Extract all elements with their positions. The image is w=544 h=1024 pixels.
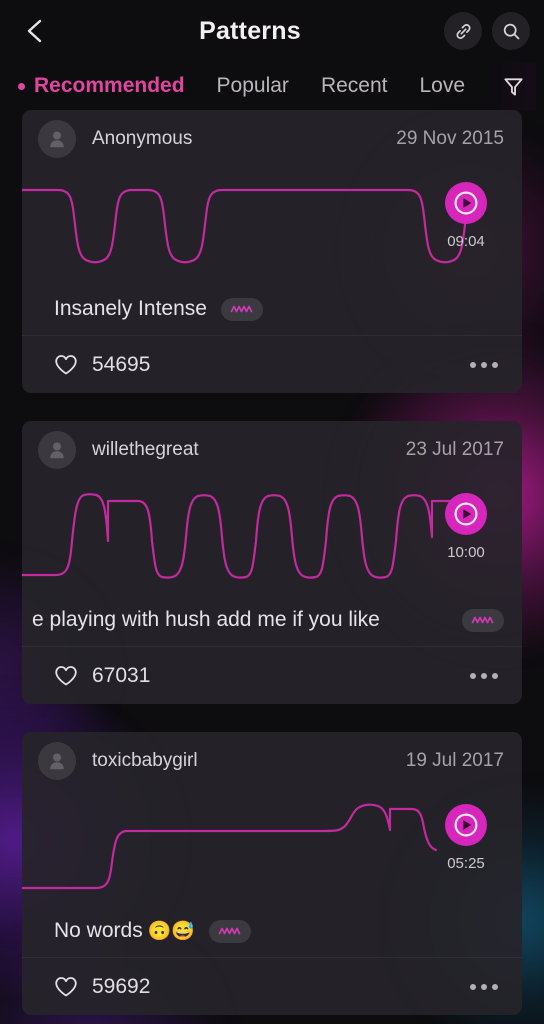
pattern-title: Insanely Intense <box>54 297 207 320</box>
more-options-button[interactable] <box>468 976 500 998</box>
page-title: Patterns <box>199 16 301 45</box>
more-horizontal-icon <box>470 983 476 990</box>
play-icon <box>454 502 478 526</box>
play-button[interactable] <box>445 182 487 224</box>
pattern-type-badge <box>209 919 252 943</box>
card-meta-row: 54695 <box>22 335 522 393</box>
more-options-button[interactable] <box>468 354 500 376</box>
waveform-svg <box>22 479 468 594</box>
share-link-button[interactable] <box>444 12 482 50</box>
player-controls: 10:00 <box>428 493 504 561</box>
tab-recent[interactable]: Recent <box>321 74 388 98</box>
tab-love[interactable]: Love <box>419 74 465 98</box>
avatar[interactable] <box>38 120 76 158</box>
avatar[interactable] <box>38 431 76 469</box>
wave-zigzag-icon <box>471 616 494 623</box>
player-controls: 09:04 <box>428 182 504 250</box>
pattern-title: No words <box>54 919 143 942</box>
pattern-card-2[interactable]: willethegreat 23 Jul 2017 10:00 e playin… <box>22 421 522 704</box>
card-username[interactable]: toxicbabygirl <box>92 750 406 772</box>
card-meta-row: 59692 <box>22 957 522 1015</box>
waveform-row: 05:25 <box>22 790 522 905</box>
wave-zigzag-icon <box>230 305 253 312</box>
like-button[interactable] <box>54 354 78 376</box>
top-bar-actions <box>444 12 530 50</box>
play-button[interactable] <box>445 493 487 535</box>
more-horizontal-icon <box>470 672 476 679</box>
pattern-type-badge <box>462 608 504 632</box>
like-button[interactable] <box>54 665 78 687</box>
waveform[interactable] <box>22 790 468 905</box>
waveform-row: 09:04 <box>22 168 522 283</box>
track-duration: 10:00 <box>447 544 485 561</box>
card-header: toxicbabygirl 19 Jul 2017 <box>22 732 522 790</box>
card-title-row: Insanely Intense <box>22 283 522 335</box>
tab-recommended[interactable]: Recommended <box>18 74 185 98</box>
category-tabs: Recommended Popular Recent Love <box>0 62 544 110</box>
tab-popular-label: Popular <box>216 74 289 97</box>
card-date: 19 Jul 2017 <box>405 750 504 771</box>
pattern-card-3[interactable]: toxicbabygirl 19 Jul 2017 05:25 No words… <box>22 732 522 1015</box>
more-options-button[interactable] <box>468 665 500 687</box>
filter-button[interactable] <box>490 62 536 110</box>
tab-love-label: Love <box>419 74 466 97</box>
link-icon <box>456 23 470 39</box>
like-count: 59692 <box>92 974 151 998</box>
more-horizontal-icon <box>481 983 487 990</box>
avatar[interactable] <box>38 742 76 780</box>
tab-recommended-label: Recommended <box>34 74 185 97</box>
like-count: 67031 <box>92 663 151 687</box>
filter-funnel-icon <box>503 77 523 96</box>
person-placeholder-icon <box>50 442 64 459</box>
more-horizontal-icon <box>492 672 498 679</box>
more-horizontal-icon <box>481 672 487 679</box>
pattern-title: e playing with hush add me if you like <box>32 608 380 631</box>
tab-recent-label: Recent <box>320 74 388 97</box>
search-button[interactable] <box>492 12 530 50</box>
card-username[interactable]: willethegreat <box>92 439 406 461</box>
back-button[interactable] <box>14 10 56 52</box>
card-title-row: e playing with hush add me if you like <box>22 594 522 646</box>
app-root: Patterns Recommended Popular Recent Love… <box>0 0 544 1024</box>
more-horizontal-icon <box>492 361 498 368</box>
track-duration: 09:04 <box>447 233 485 250</box>
player-controls: 05:25 <box>428 804 504 872</box>
card-header: willethegreat 23 Jul 2017 <box>22 421 522 479</box>
heart-outline-icon <box>55 976 77 996</box>
chevron-left-icon <box>27 19 42 43</box>
waveform[interactable] <box>22 168 468 283</box>
like-count: 54695 <box>92 352 151 376</box>
waveform-svg <box>22 168 468 283</box>
tab-popular[interactable]: Popular <box>217 74 289 98</box>
card-title-row: No words 🙃😅 <box>22 905 522 957</box>
waveform-svg <box>22 790 468 905</box>
active-tab-dot <box>18 82 25 90</box>
pattern-type-badge <box>220 297 263 321</box>
person-placeholder-icon <box>50 753 64 770</box>
pattern-card-1[interactable]: Anonymous 29 Nov 2015 09:04 Insanely Int… <box>22 110 522 393</box>
more-horizontal-icon <box>492 983 498 990</box>
waveform-row: 10:00 <box>22 479 522 594</box>
card-date: 23 Jul 2017 <box>405 439 504 460</box>
top-app-bar: Patterns <box>0 0 544 62</box>
track-duration: 05:25 <box>447 855 485 872</box>
more-horizontal-icon <box>470 361 476 368</box>
card-date: 29 Nov 2015 <box>396 128 504 149</box>
more-horizontal-icon <box>481 361 487 368</box>
card-meta-row: 67031 <box>22 646 522 704</box>
wave-zigzag-icon <box>218 927 241 934</box>
heart-outline-icon <box>55 665 77 685</box>
play-button[interactable] <box>445 804 487 846</box>
pattern-feed: Anonymous 29 Nov 2015 09:04 Insanely Int… <box>0 110 544 1015</box>
card-header: Anonymous 29 Nov 2015 <box>22 110 522 168</box>
waveform[interactable] <box>22 479 468 594</box>
play-icon <box>454 191 478 215</box>
like-button[interactable] <box>54 976 78 998</box>
search-icon <box>503 23 519 39</box>
card-username[interactable]: Anonymous <box>92 128 396 150</box>
title-emojis: 🙃😅 <box>147 921 196 942</box>
play-icon <box>454 813 478 837</box>
heart-outline-icon <box>55 354 77 374</box>
person-placeholder-icon <box>50 131 64 148</box>
